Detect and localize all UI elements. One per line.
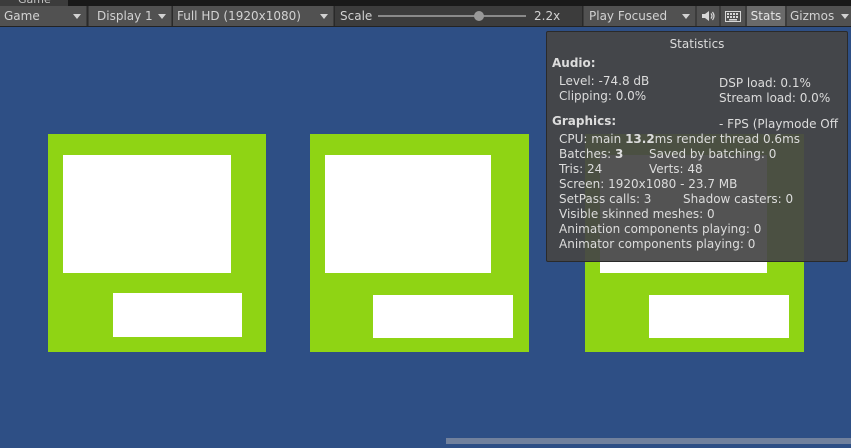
- audio-level: Level: -74.8 dB: [559, 74, 650, 88]
- white-button-box: [649, 295, 789, 338]
- horizontal-scrollbar[interactable]: [446, 438, 851, 444]
- statistics-overlay: Statistics Audio: Level: -74.8 dB DSP lo…: [546, 31, 848, 262]
- play-mode-label: Play Focused: [589, 9, 668, 23]
- cpu-suffix: ms render thread 0.6ms: [654, 132, 801, 146]
- speaker-icon: [702, 11, 715, 21]
- scale-value: 2.2x: [534, 9, 561, 23]
- view-mode-dropdown[interactable]: Game: [0, 6, 86, 26]
- white-button-box: [113, 293, 242, 337]
- display-dropdown[interactable]: Display 1: [89, 6, 171, 26]
- gizmos-label: Gizmos: [790, 9, 835, 23]
- chevron-down-icon: [841, 14, 849, 19]
- animator-components: Animator components playing: 0: [559, 237, 756, 251]
- shortcuts-button[interactable]: [721, 6, 745, 26]
- fps-readout: - FPS (Playmode Off: [719, 117, 838, 131]
- keyboard-icon: [725, 10, 741, 22]
- chevron-down-icon: [158, 14, 166, 19]
- chevron-down-icon: [73, 14, 81, 19]
- gizmos-dropdown[interactable]: Gizmos: [787, 6, 851, 26]
- green-panel: [48, 134, 266, 352]
- white-image-box: [63, 155, 231, 273]
- audio-clipping: Clipping: 0.0%: [559, 89, 647, 103]
- verts-readout: Verts: 48: [649, 162, 703, 176]
- setpass-readout: SetPass calls: 3: [559, 192, 652, 206]
- cpu-readout: CPU: main 13.2ms render thread 0.6ms: [559, 132, 800, 146]
- scale-slider-track[interactable]: [378, 15, 526, 17]
- batches-readout: Batches: 3: [559, 147, 623, 161]
- cpu-prefix: CPU: main: [559, 132, 626, 146]
- toolbar-separator: [87, 6, 88, 26]
- view-mode-label: Game: [4, 9, 40, 23]
- game-window: Game Game Display 1 Full HD (1920x1080) …: [0, 0, 851, 448]
- stream-load: Stream load: 0.0%: [719, 91, 831, 105]
- skinned-meshes: Visible skinned meshes: 0: [559, 207, 715, 221]
- saved-by-batching: Saved by batching: 0: [649, 147, 777, 161]
- white-button-box: [373, 295, 513, 338]
- play-mode-dropdown[interactable]: Play Focused: [584, 6, 695, 26]
- screen-readout: Screen: 1920x1080 - 23.7 MB: [559, 177, 738, 191]
- white-image-box: [325, 155, 491, 273]
- animation-components: Animation components playing: 0: [559, 222, 762, 236]
- audio-header: Audio:: [552, 56, 596, 70]
- toolbar-separator: [334, 6, 335, 26]
- resolution-dropdown[interactable]: Full HD (1920x1080): [173, 6, 333, 26]
- green-panel: [310, 134, 529, 352]
- batches-prefix: Batches:: [559, 147, 615, 161]
- batches-value: 3: [615, 147, 624, 161]
- scale-slider-thumb[interactable]: [474, 11, 484, 21]
- graphics-header: Graphics:: [552, 114, 617, 128]
- display-label: Display 1: [97, 9, 153, 23]
- resolution-label: Full HD (1920x1080): [177, 9, 301, 23]
- mute-audio-button[interactable]: [697, 6, 719, 26]
- chevron-down-icon: [320, 14, 328, 19]
- chevron-down-icon: [682, 14, 690, 19]
- tris-readout: Tris: 24: [559, 162, 603, 176]
- stats-toggle-button[interactable]: Stats: [747, 6, 785, 26]
- stats-title: Statistics: [669, 37, 725, 51]
- scale-label: Scale: [340, 9, 373, 23]
- toolbar-separator: [582, 6, 583, 26]
- shadow-casters: Shadow casters: 0: [683, 192, 794, 206]
- dsp-load: DSP load: 0.1%: [719, 76, 811, 90]
- game-toolbar: Game Display 1 Full HD (1920x1080) Scale…: [0, 6, 851, 27]
- cpu-main-value: 13.2: [625, 132, 655, 146]
